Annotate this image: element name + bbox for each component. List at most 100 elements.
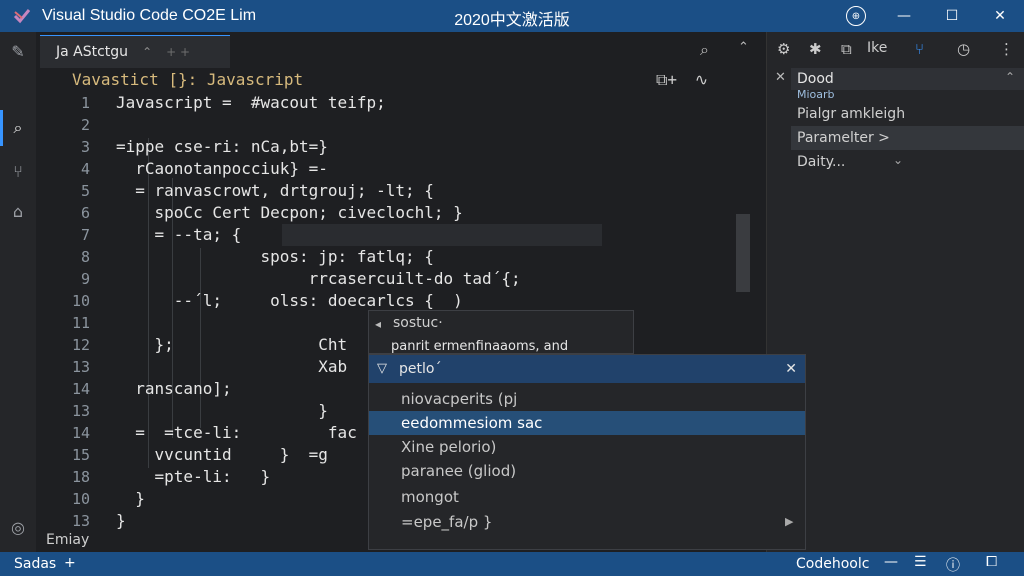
chevron-up-icon[interactable]: ⌃ [738,40,749,55]
code-text: ranscano]; [116,379,232,398]
hover-subtitle: panrit ermenfinaaoms, and [391,339,569,354]
suggest-item[interactable]: mongot [369,485,805,509]
code-line[interactable]: 7 = --ta; { [36,224,766,246]
code-text: Xab [116,357,348,376]
line-number: 14 [71,380,90,398]
info-icon[interactable]: ⓘ [946,555,960,575]
notifications-icon[interactable]: ⧠ [986,554,997,570]
code-text: =pte-li: } [116,467,271,486]
history-icon[interactable]: ◷ [957,40,970,58]
title-bar: Visual Studio Code CO2E Lim 2020中文激活版 ⊕ … [0,0,1024,32]
code-text: spos: jp: fatlq; { [116,247,434,266]
editor-tools: ⧉+ ∿ [656,70,708,90]
suggest-item[interactable]: niovacperits (pj [369,387,805,411]
suggest-item[interactable]: paranee (gliod) [369,459,805,483]
code-text: --´l; olss: doecarlcs { ) [116,291,463,310]
search-icon[interactable]: ⌕ [8,118,28,138]
code-line[interactable]: 10 --´l; olss: doecarlcs { ) [36,290,766,312]
chevron-right-icon[interactable]: ▶ [785,515,793,528]
status-plus[interactable]: + [64,555,76,571]
code-text: rCaonotanpocciuk} =- [116,159,328,178]
suggest-item-selected[interactable]: eedommesiom sac [369,411,805,435]
line-number: 12 [71,336,90,354]
close-icon[interactable]: ✕ [785,355,797,383]
app-logo-icon [13,9,31,24]
panel-item[interactable]: Daity... [791,150,1024,174]
line-number: 5 [80,182,90,200]
line-number: 14 [71,424,90,442]
chevron-up-icon[interactable]: ⌃ [142,45,152,59]
explorer-icon[interactable]: ✎ [8,42,28,62]
hover-title: sostuc· [393,315,443,331]
suggest-item[interactable]: =epe_fa/p } [369,510,805,534]
search-icon[interactable]: ⌕ [700,40,709,60]
app-title: Visual Studio Code CO2E Lim [42,7,257,24]
status-left-label[interactable]: Sadas [14,556,56,572]
code-text: = --ta; { [116,225,242,244]
layout-icon[interactable]: — [884,554,898,570]
status-right-label[interactable]: Codehoolc [796,556,869,572]
editor-tab[interactable]: Ja AStctgu ⌃ + + [40,35,230,68]
line-number: 3 [80,138,90,156]
settings-icon[interactable]: ⚙ [777,40,790,58]
line-number: 7 [80,226,90,244]
timeline-icon[interactable]: ∿ [695,70,708,89]
line-number: 9 [80,270,90,288]
maximize-button[interactable]: ☐ [928,0,976,32]
chevron-up-icon[interactable]: ⌃ [1005,70,1015,84]
extensions-icon[interactable]: ⌂ [8,202,28,222]
split-editor-icon[interactable]: ⧉+ [656,70,677,89]
toolbar-label[interactable]: Ike [867,40,887,56]
line-number: 10 [71,490,90,508]
account-icon[interactable]: ⊕ [846,6,866,26]
hover-widget: ◂ sostuc· panrit ermenfinaaoms, and [368,310,634,354]
panel-item[interactable]: Paramelter > [791,126,1024,150]
branch-icon[interactable]: ⑂ [915,40,924,58]
code-line[interactable]: 4 rCaonotanpocciuk} =- [36,158,766,180]
code-text: } [116,489,145,508]
chevron-down-icon[interactable]: ⌄ [893,153,903,167]
code-text: spoCc Cert Decpon; civeclochl; } [116,203,463,222]
add-tab-icon[interactable]: + + [166,45,190,59]
code-line[interactable]: 3 =ippe cse-ri: nCa,bt=} [36,136,766,158]
active-indicator [0,110,3,146]
code-line[interactable]: 6 spoCc Cert Decpon; civeclochl; } [36,202,766,224]
status-bar: Sadas + Codehoolc — ☰ ⓘ ⧠ [0,552,1024,576]
close-window-button[interactable]: ✕ [976,0,1024,32]
suggest-item[interactable]: Xine pelorio) [369,435,805,459]
line-number: 13 [71,358,90,376]
line-number: 18 [71,468,90,486]
code-line[interactable]: 9 rrcasercuilt-do tad´{; [36,268,766,290]
panel-item[interactable]: Mioarb [791,88,1024,102]
code-text: vvcuntid } =g [116,445,328,464]
line-number: 15 [71,446,90,464]
accounts-icon[interactable]: ◎ [8,518,28,538]
line-number: 8 [80,248,90,266]
line-number: 11 [71,314,90,332]
panel-item[interactable]: Pialgr amkleigh [791,102,1024,126]
code-text: }; Cht [116,335,348,354]
line-number: 4 [80,160,90,178]
code-line[interactable]: 5 = ranvascrowt, drtgrouj; -lt; { [36,180,766,202]
code-line[interactable]: 8 spos: jp: fatlq; { [36,246,766,268]
chevron-left-icon[interactable]: ◂ [375,317,381,331]
editor-tab-bar: Ja AStctgu ⌃ + + ⌕ ⌃ [36,32,766,68]
code-text: =ippe cse-ri: nCa,bt=} [116,137,328,156]
code-line[interactable]: 2 [36,114,766,136]
panel-label[interactable]: Emiay [46,532,89,548]
suggest-header-label: petlo´ [399,361,442,377]
suggest-header: ▽ petlo´ ✕ [369,355,805,383]
more-icon[interactable]: ⋮ [999,40,1014,58]
close-icon[interactable]: ✕ [775,70,786,85]
code-text: } [116,511,126,530]
section-title[interactable]: Dood [791,68,1024,90]
minimize-button[interactable]: — [880,0,928,32]
source-control-icon[interactable]: ⑂ [8,162,28,182]
line-number: 6 [80,204,90,222]
code-line[interactable]: 1 Javascript = #wacout teifp; [36,92,766,114]
menu-icon[interactable]: ☰ [914,554,927,570]
line-number: 2 [80,116,90,134]
editor-scrollbar[interactable] [736,214,750,292]
copy-icon[interactable]: ⧉ [841,40,852,58]
extensions-icon[interactable]: ✱ [809,40,822,58]
